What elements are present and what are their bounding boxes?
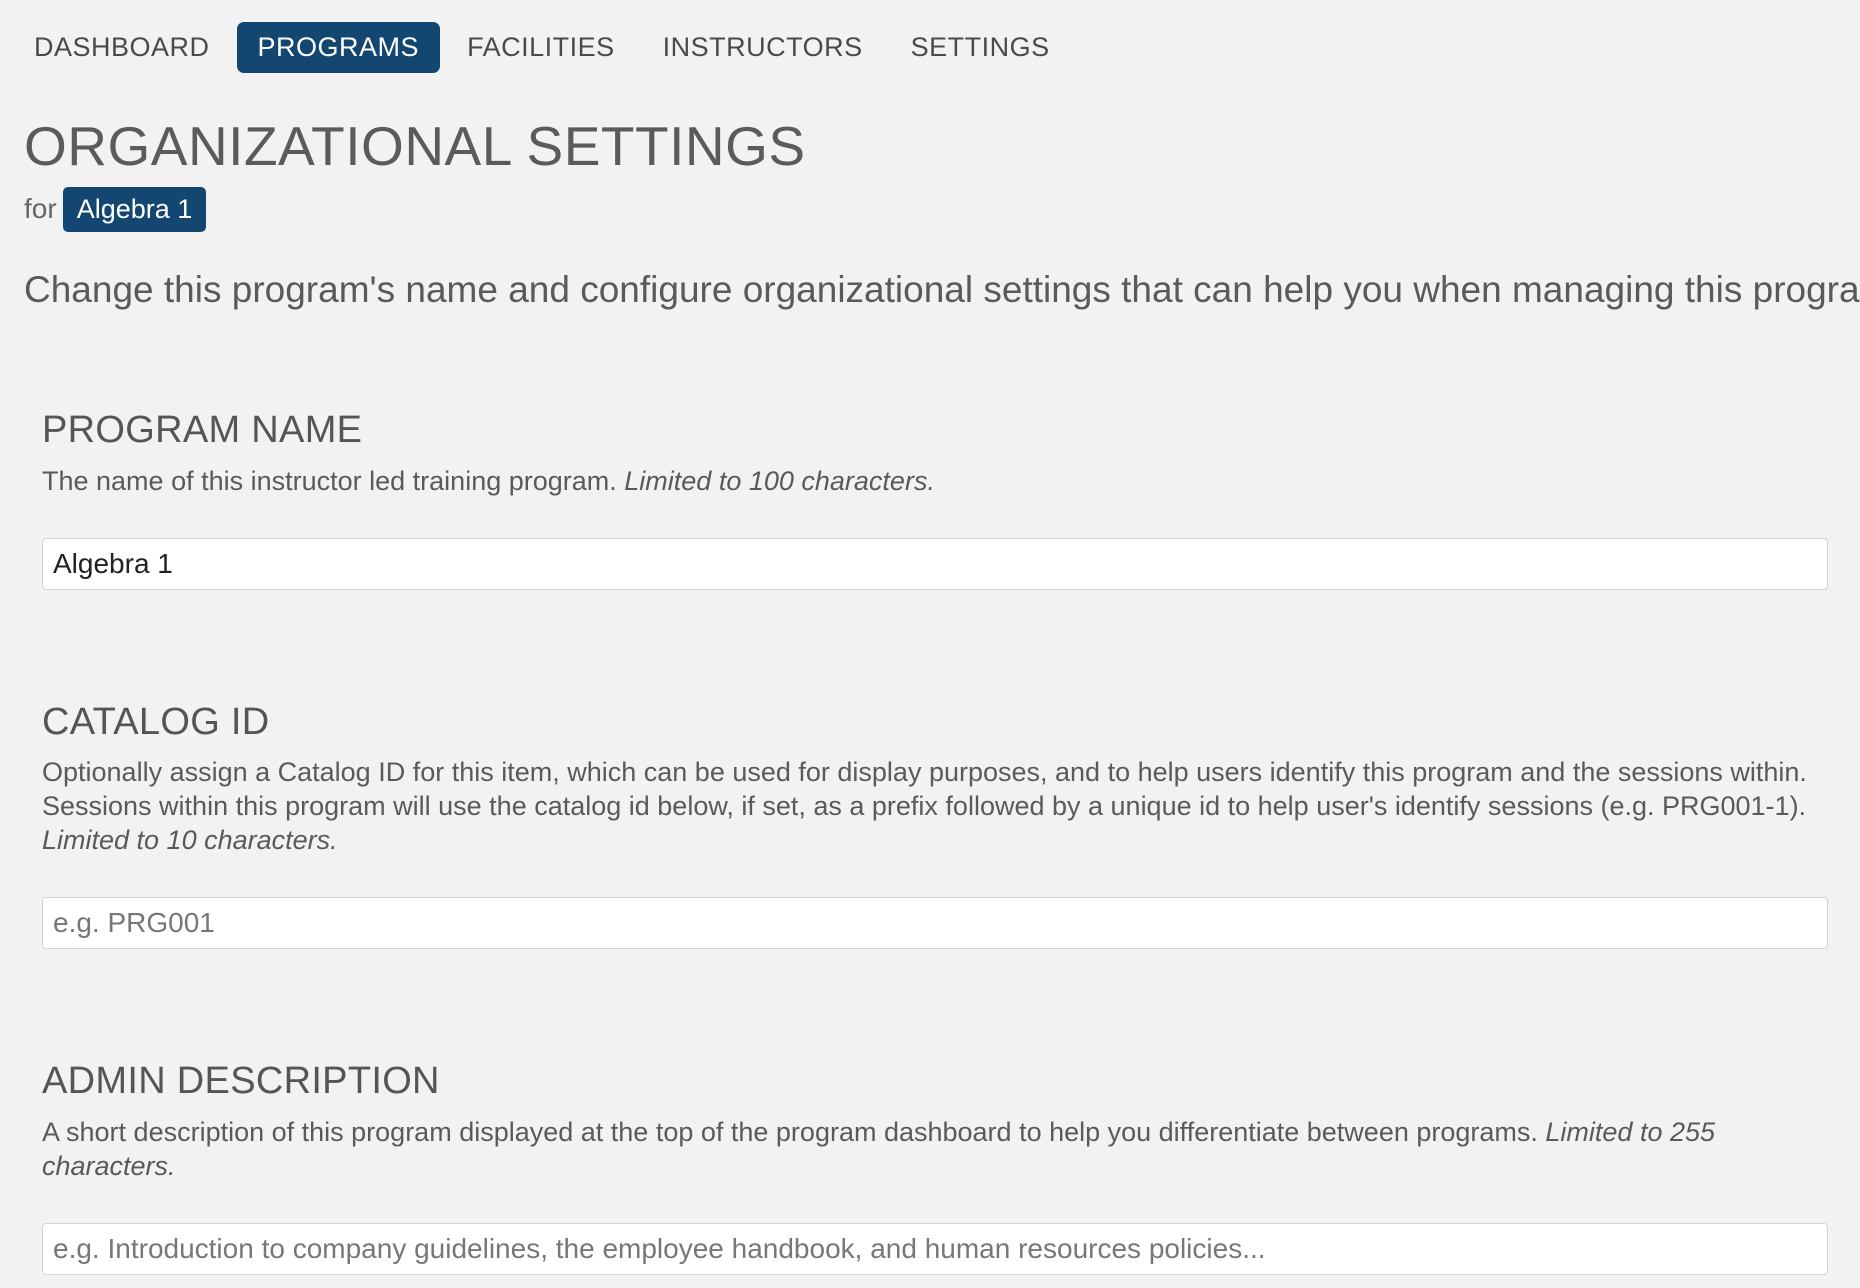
program-context: for Algebra 1 (24, 186, 1836, 232)
catalog-id-input[interactable] (42, 897, 1828, 950)
admin-description-section: ADMIN DESCRIPTION A short description of… (24, 1060, 1828, 1276)
admin-description-heading: ADMIN DESCRIPTION (42, 1060, 440, 1103)
for-label: for (24, 193, 57, 224)
program-name-input[interactable] (42, 537, 1828, 590)
admin-description-input[interactable] (42, 1223, 1828, 1276)
page: DASHBOARD PROGRAMS FACILITIES INSTRUCTOR… (0, 0, 1860, 1288)
nav-item-instructors[interactable]: INSTRUCTORS (642, 22, 884, 73)
program-name-description: The name of this instructor led training… (42, 464, 1825, 498)
catalog-id-limit: Limited to 10 characters. (42, 825, 338, 856)
nav-item-settings[interactable]: SETTINGS (890, 22, 1071, 73)
top-nav: DASHBOARD PROGRAMS FACILITIES INSTRUCTOR… (24, 0, 1836, 94)
page-intro: Change this program's name and configure… (24, 268, 1860, 310)
admin-description-description: A short description of this program disp… (42, 1115, 1825, 1183)
catalog-id-heading: CATALOG ID (42, 700, 270, 743)
nav-item-dashboard[interactable]: DASHBOARD (34, 22, 231, 73)
catalog-id-section: CATALOG ID Optionally assign a Catalog I… (24, 700, 1828, 950)
program-name-heading: PROGRAM NAME (42, 408, 363, 451)
nav-item-programs[interactable]: PROGRAMS (236, 21, 441, 73)
catalog-id-description: Optionally assign a Catalog ID for this … (42, 755, 1825, 857)
catalog-id-description-text: Optionally assign a Catalog ID for this … (42, 757, 1807, 822)
admin-description-description-text: A short description of this program disp… (42, 1117, 1538, 1148)
program-badge: Algebra 1 (62, 186, 207, 232)
page-title: ORGANIZATIONAL SETTINGS (24, 115, 806, 177)
program-name-limit: Limited to 100 characters. (624, 465, 935, 496)
program-name-description-text: The name of this instructor led training… (42, 465, 617, 496)
nav-item-facilities[interactable]: FACILITIES (446, 22, 636, 73)
program-name-section: PROGRAM NAME The name of this instructor… (24, 408, 1828, 590)
